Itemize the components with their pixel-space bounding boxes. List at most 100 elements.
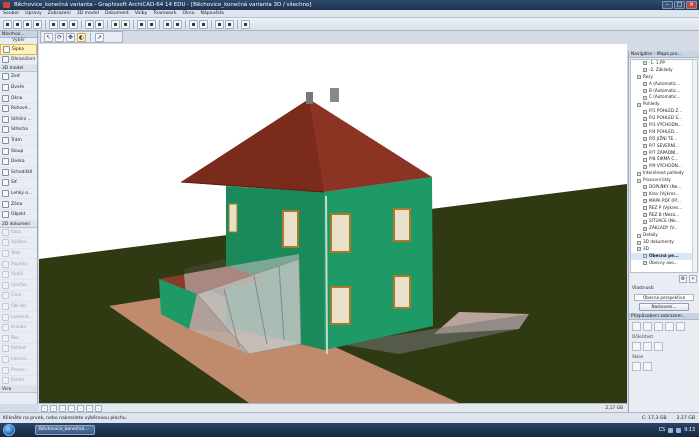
tool-object[interactable]: Objekt (0, 210, 37, 221)
tree-item[interactable]: P/1 POHLED Z... (631, 108, 697, 115)
menu-item-1[interactable]: Úpravy (25, 11, 41, 16)
snap-icon[interactable]: ▪ (147, 19, 156, 29)
option-icon[interactable] (632, 322, 641, 331)
view-name-field[interactable]: Obecná perspektiva (634, 294, 694, 301)
tree-item[interactable]: P/7 SEVERNÍ... (631, 143, 697, 150)
rotate-icon[interactable]: ⟳ (55, 32, 64, 42)
delete-icon[interactable]: ✕ (689, 275, 697, 283)
toolbox-group-2d[interactable]: 2D dokumen (0, 220, 37, 228)
tree-item[interactable]: Pohledy (631, 101, 697, 108)
tool-interior[interactable]: Interiér... (0, 355, 37, 366)
tree-item[interactable]: Krov (Výkres... (631, 191, 697, 198)
tree-item[interactable]: 3D (631, 246, 697, 253)
tool-skylight[interactable]: Střešní ... (0, 115, 37, 126)
tree-item[interactable]: Obecný axo... (631, 260, 697, 267)
tool-marquee[interactable]: Ohraničení (0, 55, 37, 66)
settings-button[interactable]: Nastavení... (639, 303, 689, 311)
menu-item-2[interactable]: Zobrazení (48, 11, 71, 16)
network-icon[interactable] (668, 427, 674, 433)
tree-item[interactable]: P/2 POHLED S... (631, 115, 697, 122)
tree-item[interactable]: B (Automatic... (631, 88, 697, 95)
tool-section[interactable]: Řez (0, 333, 37, 345)
tool-curtain-wall[interactable]: Lehký o... (0, 189, 37, 200)
tool-circle[interactable]: Obl./Kr... (0, 302, 37, 313)
3d-view-icon[interactable]: ▪ (163, 19, 172, 29)
option-icon[interactable] (676, 322, 685, 331)
tree-item[interactable]: P/7 ZÁPADNÍ... (631, 150, 697, 157)
option-icon[interactable] (654, 322, 663, 331)
tree-item[interactable]: SITUACE (Ne... (631, 218, 697, 225)
menu-item-5[interactable]: Volby (135, 11, 148, 16)
option-icon[interactable] (632, 342, 641, 351)
option-icon[interactable] (632, 362, 641, 371)
tool-wall[interactable]: Zeď (0, 72, 37, 83)
tool-corner-window[interactable]: Rohové... (0, 104, 37, 115)
tool-text[interactable]: Text (0, 249, 37, 260)
navigator-tree[interactable]: -1. 1.PP -2. Základy Řezy A (Automatic... B … (630, 59, 698, 273)
minimize-button[interactable]: – (662, 1, 673, 9)
tree-item[interactable]: P/5 JIŽNÍ TE... (631, 136, 697, 143)
clock[interactable]: 9:13 (684, 428, 695, 433)
tree-item[interactable]: ZÁKLADY (V... (631, 225, 697, 232)
language-indicator[interactable]: CS (659, 428, 665, 433)
select-arrow-icon[interactable]: ➚ (95, 32, 104, 42)
toolbox-group-3d[interactable]: 3D model (0, 65, 37, 73)
redo-icon[interactable]: ▪ (95, 19, 104, 29)
option-icon[interactable] (665, 322, 674, 331)
tool-detail[interactable]: Detail (0, 376, 37, 387)
render-icon[interactable]: ▪ (215, 19, 224, 29)
settings-icon[interactable]: ⚙ (679, 275, 687, 283)
pan-icon[interactable]: · (95, 404, 102, 412)
fill-pattern-icon[interactable]: ▪ (199, 19, 208, 29)
tool-arc[interactable]: Čára (0, 291, 37, 302)
layer-icon[interactable]: ▪ (111, 19, 120, 29)
tool-door[interactable]: Dveře (0, 83, 37, 94)
tool-line[interactable]: Úsečka (0, 280, 37, 292)
zoom-out-icon[interactable]: · (50, 404, 57, 412)
tree-item[interactable]: -1. 1.PP (631, 60, 697, 67)
tree-item[interactable]: ŘEZ B (Nezá... (631, 212, 697, 219)
tool-dimension[interactable]: Kóta (0, 228, 37, 239)
tree-item[interactable]: Interiérové pohledy (631, 170, 697, 177)
tool-window[interactable]: Okno (0, 93, 37, 104)
tree-item[interactable]: MAPA PDF (Př... (631, 198, 697, 205)
volume-icon[interactable] (676, 427, 682, 433)
tool-slab[interactable]: Deska (0, 157, 37, 168)
prev-view-icon[interactable]: · (68, 404, 75, 412)
pan-icon[interactable]: ✥ (66, 32, 75, 42)
tool-column[interactable]: Sloup (0, 146, 37, 157)
pointer-icon[interactable]: ↖ (44, 32, 53, 42)
tree-item[interactable]: P/3 VÝCHODN... (631, 122, 697, 129)
copy-icon[interactable]: ▪ (59, 19, 68, 29)
undo-icon[interactable]: ▪ (85, 19, 94, 29)
tree-item[interactable]: Obecná pe... (631, 252, 697, 260)
fit-icon[interactable]: · (59, 404, 66, 412)
tool-mesh[interactable]: Síť (0, 178, 37, 189)
tool-stair[interactable]: Schodiště (0, 168, 37, 179)
menu-item-3[interactable]: 3D model (77, 11, 99, 16)
tree-item[interactable]: Pracovní listy (631, 177, 697, 184)
tree-item[interactable]: Detaily (631, 232, 697, 239)
tool-roof[interactable]: Střecha (0, 125, 37, 136)
orbit-icon[interactable]: · (86, 404, 93, 412)
tree-item[interactable]: ŘEZ P (Výkres... (631, 205, 697, 212)
grid-icon[interactable]: ▪ (137, 19, 146, 29)
help-icon[interactable]: ▪ (241, 19, 250, 29)
new-file-icon[interactable]: ▪ (3, 19, 12, 29)
toolbox-more[interactable]: Více (0, 386, 37, 394)
menu-item-6[interactable]: Teamwork (153, 11, 176, 16)
tool-worksheet[interactable]: Prezen... (0, 365, 37, 376)
zoom-in-icon[interactable]: · (41, 404, 48, 412)
menu-item-4[interactable]: Dokument (105, 11, 129, 16)
cut-icon[interactable]: ▪ (49, 19, 58, 29)
print-icon[interactable]: ▪ (33, 19, 42, 29)
option-icon[interactable] (643, 362, 652, 371)
tool-label[interactable]: Popisky (0, 259, 37, 270)
close-button[interactable]: × (686, 1, 697, 9)
open-icon[interactable]: ▪ (13, 19, 22, 29)
tool-polyline[interactable]: Lomená... (0, 312, 37, 323)
tree-item[interactable]: C (Automatic... (631, 94, 697, 101)
3d-viewport[interactable] (39, 44, 627, 403)
tool-fill[interactable]: Vyplň (0, 270, 37, 281)
tool-drawing[interactable]: Kresba (0, 323, 37, 334)
